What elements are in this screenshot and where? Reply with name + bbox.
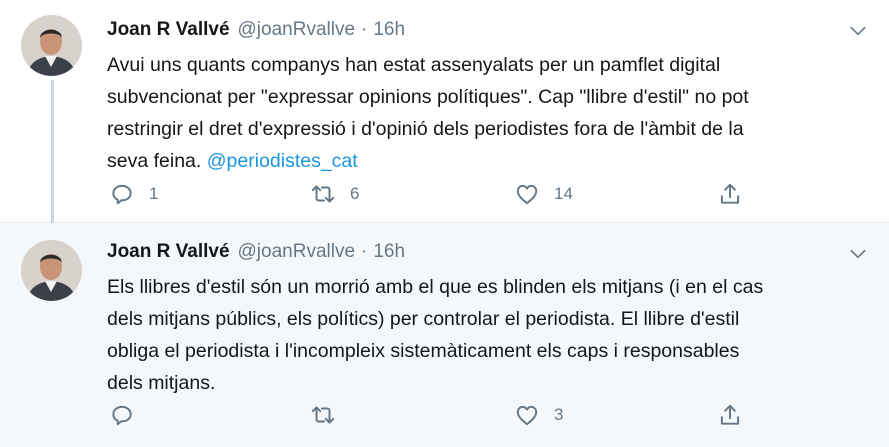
tweet-text-line: restringir el dret d'expressió i d'opini…: [107, 118, 744, 140]
timestamp[interactable]: 16h: [373, 19, 405, 41]
tweet-text-line: dels mitjans.: [107, 372, 216, 394]
chevron-down-icon[interactable]: [848, 244, 868, 264]
tweet-header: Joan R Vallvé @joanRvallve · 16h: [107, 19, 405, 43]
share-icon: [720, 183, 740, 204]
tweet-text: Els llibres d'estil són un morrió amb el…: [107, 271, 867, 399]
tweet-text-fragment: seva feina.: [107, 150, 207, 172]
timestamp[interactable]: 16h: [373, 241, 405, 263]
tweet[interactable]: Joan R Vallvé @joanRvallve · 16h Els lli…: [0, 223, 889, 447]
like-icon: [516, 184, 538, 205]
like-count: 3: [554, 405, 564, 424]
reply-button[interactable]: [109, 400, 149, 430]
retweet-button[interactable]: 6: [310, 179, 359, 209]
reply-count: 1: [149, 184, 159, 203]
like-button[interactable]: 3: [514, 400, 563, 430]
reply-icon: [112, 405, 132, 426]
reply-button[interactable]: 1: [109, 179, 158, 209]
chevron-down-icon[interactable]: [848, 21, 868, 41]
tweet-text-line: Avui uns quants companys han estat assen…: [107, 54, 721, 76]
share-button[interactable]: [717, 179, 743, 209]
avatar-photo: [21, 240, 82, 301]
author-name[interactable]: Joan R Vallvé: [107, 19, 230, 41]
like-count: 14: [554, 184, 573, 203]
retweet-button[interactable]: [310, 400, 350, 430]
tweet-text-line: dels mitjans públics, els polítics) per …: [107, 308, 740, 330]
tweet-actions: 3: [105, 400, 745, 430]
thread-line: [51, 80, 54, 225]
separator: ·: [361, 19, 368, 40]
retweet-count: 6: [350, 184, 360, 203]
author-handle[interactable]: @joanRvallve: [238, 19, 356, 41]
share-icon: [720, 404, 740, 425]
tweet-text-line: Els llibres d'estil són un morrió amb el…: [107, 276, 764, 298]
tweet-actions: 1 6 14: [105, 179, 745, 209]
tweet-text: Avui uns quants companys han estat assen…: [107, 49, 867, 177]
mention-link[interactable]: @periodistes_cat: [207, 150, 358, 172]
like-icon: [516, 405, 538, 426]
avatar[interactable]: [21, 15, 82, 76]
avatar-photo: [21, 15, 82, 76]
reply-icon: [112, 184, 132, 205]
retweet-icon: [311, 185, 335, 203]
author-handle[interactable]: @joanRvallve: [238, 241, 356, 263]
retweet-icon: [311, 406, 335, 424]
tweet-text-line: subvencionat per "expressar opinions pol…: [107, 86, 749, 108]
tweet-text-line: seva feina. @periodistes_cat: [107, 145, 867, 177]
tweet[interactable]: Joan R Vallvé @joanRvallve · 16h Avui un…: [0, 0, 889, 225]
author-name[interactable]: Joan R Vallvé: [107, 241, 230, 263]
tweet-text-line: obliga el periodista i l'incompleix sist…: [107, 340, 740, 362]
tweet-header: Joan R Vallvé @joanRvallve · 16h: [107, 241, 405, 265]
like-button[interactable]: 14: [514, 179, 573, 209]
share-button[interactable]: [717, 400, 743, 430]
avatar[interactable]: [21, 240, 82, 301]
separator: ·: [361, 241, 368, 262]
